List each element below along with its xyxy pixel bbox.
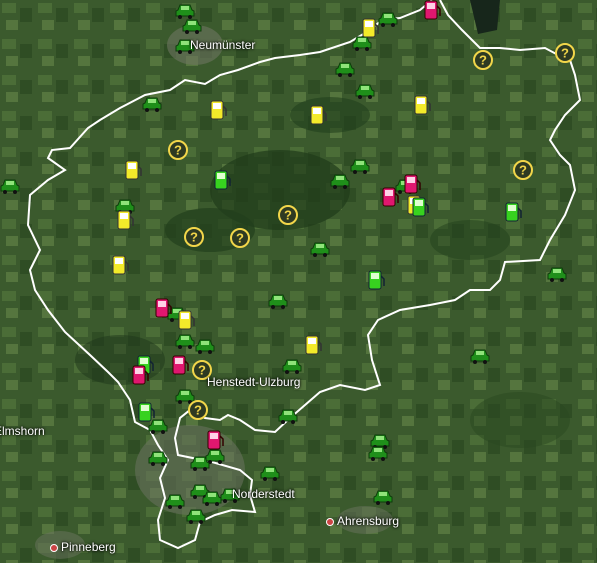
- map-view[interactable]: ????????? Neumünster Henstedt-Ulzburg No…: [0, 0, 597, 563]
- fuel-pump-green-icon[interactable]: [502, 201, 524, 223]
- svg-text:?: ?: [561, 46, 569, 61]
- fuel-pump-pink-icon[interactable]: [401, 173, 423, 195]
- svg-text:?: ?: [194, 403, 202, 418]
- svg-text:?: ?: [198, 363, 206, 378]
- fuel-pump-pink-icon[interactable]: [129, 364, 151, 386]
- label-henstedt-ulzburg: Henstedt-Ulzburg: [207, 375, 301, 389]
- question-mark-icon[interactable]: ?: [183, 226, 205, 248]
- fuel-pump-pink-icon[interactable]: [152, 297, 174, 319]
- taxi-icon[interactable]: [259, 461, 281, 483]
- taxi-icon[interactable]: [174, 329, 196, 351]
- fuel-pump-yellow-icon[interactable]: [122, 159, 144, 181]
- label-ahrensburg: Ahrensburg: [326, 514, 399, 528]
- taxi-icon[interactable]: [267, 289, 289, 311]
- question-mark-icon[interactable]: ?: [167, 139, 189, 161]
- taxi-icon[interactable]: [164, 489, 186, 511]
- taxi-icon[interactable]: [141, 92, 163, 114]
- fuel-pump-green-icon[interactable]: [135, 401, 157, 423]
- taxi-icon[interactable]: [189, 451, 211, 473]
- fuel-pump-yellow-icon[interactable]: [302, 334, 324, 356]
- taxi-icon[interactable]: [329, 169, 351, 191]
- taxi-icon[interactable]: [181, 14, 203, 36]
- fuel-pump-yellow-icon[interactable]: [207, 99, 229, 121]
- svg-text:?: ?: [479, 53, 487, 68]
- taxi-icon[interactable]: [372, 485, 394, 507]
- taxi-icon[interactable]: [546, 262, 568, 284]
- fuel-pump-pink-icon[interactable]: [421, 0, 443, 21]
- fuel-pump-pink-icon[interactable]: [204, 429, 226, 451]
- fuel-pump-green-icon[interactable]: [409, 196, 431, 218]
- fuel-pump-pink-icon[interactable]: [169, 354, 191, 376]
- satellite-background: [0, 0, 597, 563]
- label-pinneberg: Pinneberg: [50, 540, 116, 554]
- fuel-pump-yellow-icon[interactable]: [109, 254, 131, 276]
- taxi-icon[interactable]: [281, 354, 303, 376]
- fuel-pump-yellow-icon[interactable]: [359, 17, 381, 39]
- fuel-pump-yellow-icon[interactable]: [411, 94, 433, 116]
- svg-text:?: ?: [284, 208, 292, 223]
- question-mark-icon[interactable]: ?: [512, 159, 534, 181]
- fuel-pump-pink-icon[interactable]: [379, 186, 401, 208]
- question-mark-icon[interactable]: ?: [472, 49, 494, 71]
- svg-text:?: ?: [174, 143, 182, 158]
- taxi-icon[interactable]: [194, 334, 216, 356]
- question-mark-icon[interactable]: ?: [554, 42, 576, 64]
- svg-text:?: ?: [519, 163, 527, 178]
- question-mark-icon[interactable]: ?: [187, 399, 209, 421]
- taxi-icon[interactable]: [334, 57, 356, 79]
- question-mark-icon[interactable]: ?: [229, 227, 251, 249]
- question-mark-icon[interactable]: ?: [277, 204, 299, 226]
- fuel-pump-yellow-icon[interactable]: [175, 309, 197, 331]
- label-neumuenster: Neumünster: [190, 38, 256, 52]
- fuel-pump-yellow-icon[interactable]: [114, 209, 136, 231]
- label-elmshorn: Elmshorn: [0, 424, 45, 438]
- taxi-icon[interactable]: [367, 441, 389, 463]
- fuel-pump-yellow-icon[interactable]: [307, 104, 329, 126]
- taxi-icon[interactable]: [354, 79, 376, 101]
- label-norderstedt: Norderstedt: [232, 487, 295, 501]
- taxi-icon[interactable]: [469, 344, 491, 366]
- fuel-pump-green-icon[interactable]: [365, 269, 387, 291]
- taxi-icon[interactable]: [309, 237, 331, 259]
- taxi-icon[interactable]: [185, 504, 207, 526]
- svg-text:?: ?: [236, 231, 244, 246]
- fuel-pump-green-icon[interactable]: [211, 169, 233, 191]
- taxi-icon[interactable]: [349, 154, 371, 176]
- taxi-icon[interactable]: [277, 404, 299, 426]
- svg-text:?: ?: [190, 230, 198, 245]
- taxi-icon[interactable]: [0, 174, 21, 196]
- taxi-icon[interactable]: [147, 446, 169, 468]
